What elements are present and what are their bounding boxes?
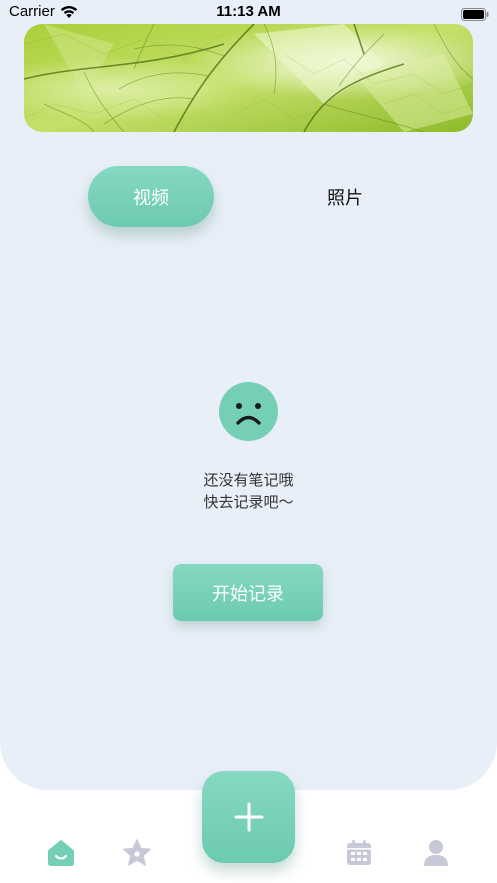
tab-video[interactable]: 视频 (88, 166, 214, 227)
status-time: 11:13 AM (216, 3, 281, 20)
battery-icon (461, 6, 489, 25)
add-note-button[interactable] (202, 771, 295, 863)
start-recording-label: 开始记录 (212, 583, 284, 605)
calendar-icon[interactable] (344, 838, 374, 868)
tab-video-label: 视频 (133, 187, 169, 209)
banner-image[interactable] (24, 24, 473, 132)
star-icon[interactable] (122, 838, 152, 868)
empty-message-line2: 快去记录吧～ (203, 493, 294, 511)
start-recording-button[interactable]: 开始记录 (173, 564, 323, 621)
status-bar: Carrier 11:13 AM (0, 0, 497, 24)
tab-photo[interactable]: 照片 (282, 166, 408, 227)
tab-photo-label: 照片 (327, 187, 363, 209)
home-icon[interactable] (46, 838, 76, 868)
plus-icon (234, 802, 263, 832)
profile-icon[interactable] (421, 838, 451, 868)
empty-message-line1: 还没有笔记哦 (203, 471, 294, 489)
leaf-veins-graphic (24, 24, 473, 132)
sad-face-icon (219, 382, 278, 441)
